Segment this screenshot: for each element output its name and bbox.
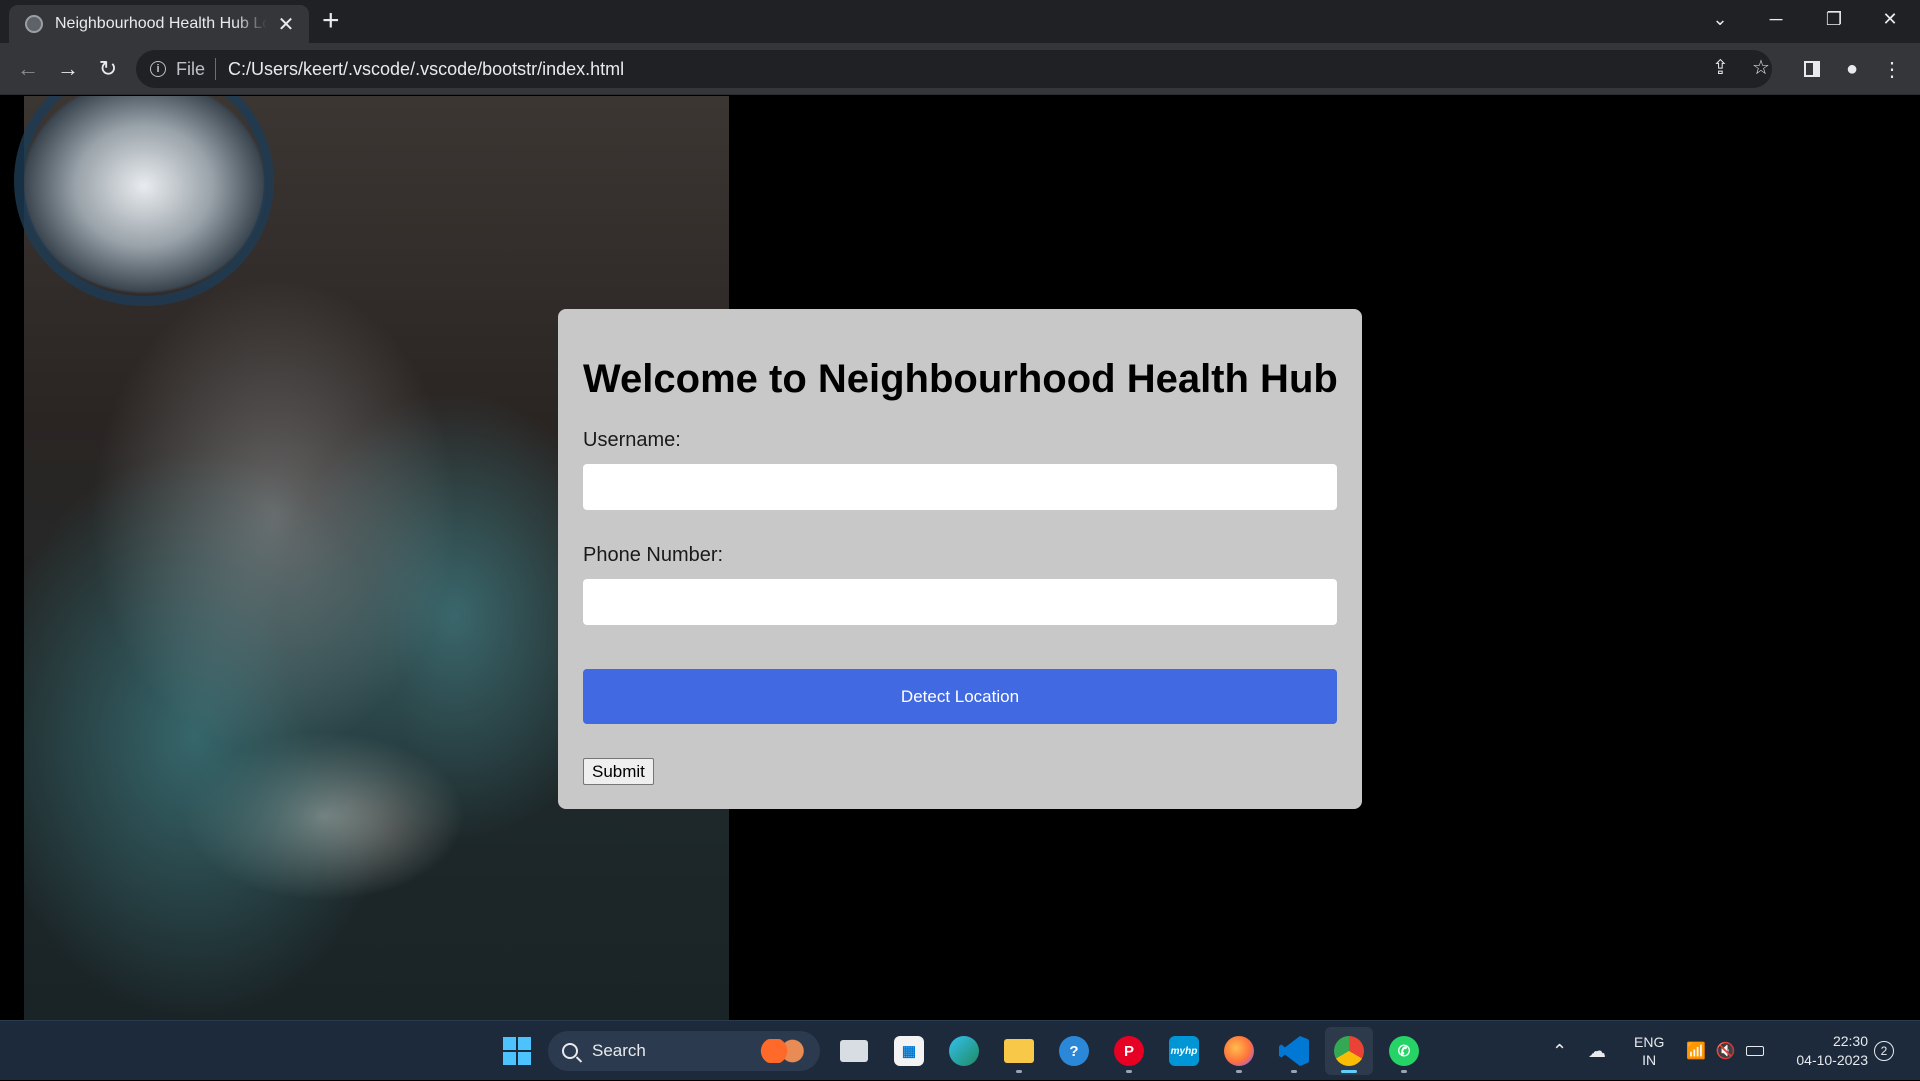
close-window-button[interactable]: ✕ <box>1862 0 1918 38</box>
tab-search-button[interactable]: ⌄ <box>1692 0 1748 38</box>
surgical-lamp <box>14 96 274 306</box>
browser-titlebar: Neighbourhood Health Hub Login ✕ + ⌄ ─ ❐… <box>0 0 1920 43</box>
omnibox-divider <box>215 58 217 80</box>
phone-number-input[interactable] <box>583 579 1337 625</box>
browser-toolbar: ← → ↻ i File C:/Users/keert/.vscode/.vsc… <box>0 43 1920 95</box>
running-indicator <box>1236 1070 1242 1073</box>
running-indicator <box>1126 1070 1132 1073</box>
more-vertical-icon: ⋮ <box>1882 58 1902 81</box>
active-indicator <box>1341 1070 1357 1073</box>
taskbar-microsoft-store[interactable]: ▦ <box>885 1027 933 1075</box>
firefox-icon <box>1224 1036 1254 1066</box>
arrow-left-icon: ← <box>17 56 39 81</box>
share-icon[interactable]: ⇪ <box>1712 55 1729 80</box>
taskbar-folder[interactable] <box>995 1027 1043 1075</box>
info-icon[interactable]: i <box>150 61 166 77</box>
url-scheme: File <box>176 58 206 79</box>
start-button[interactable] <box>493 1027 541 1075</box>
login-card: Welcome to Neighbourhood Health Hub User… <box>558 309 1362 809</box>
onedrive-tray[interactable]: ☁ <box>1588 1021 1606 1081</box>
profile-icon: ● <box>1845 57 1859 80</box>
quick-settings[interactable]: 📶 🔇 <box>1686 1021 1764 1081</box>
side-panel-icon <box>1804 61 1820 77</box>
chrome-icon <box>1334 1036 1364 1066</box>
submit-button[interactable]: Submit <box>583 758 654 785</box>
address-bar[interactable]: i File C:/Users/keert/.vscode/.vscode/bo… <box>136 50 1772 88</box>
running-indicator <box>1291 1070 1297 1073</box>
clock[interactable]: 22:30 04-10-2023 <box>1784 1021 1868 1081</box>
new-tab-button[interactable]: + <box>322 6 340 36</box>
arrow-right-icon: → <box>57 56 79 81</box>
globe-icon <box>25 15 43 33</box>
page-title: Welcome to Neighbourhood Health Hub <box>583 357 1338 401</box>
taskbar-myhp[interactable]: myhp <box>1160 1027 1208 1075</box>
username-label: Username: <box>583 429 681 451</box>
browser-tab[interactable]: Neighbourhood Health Hub Login ✕ <box>9 5 309 43</box>
myhp-icon: myhp <box>1169 1036 1199 1066</box>
search-icon <box>562 1043 578 1059</box>
folder-icon <box>1004 1039 1034 1063</box>
taskbar: Search ▦ ? P myhp ✆ ⌃ ☁ ENG IN 📶 🔇 22:30… <box>0 1020 1920 1080</box>
detect-location-button[interactable]: Detect Location <box>583 669 1337 724</box>
taskbar-vscode[interactable] <box>1270 1027 1318 1075</box>
edge-icon <box>949 1036 979 1066</box>
pinterest-icon: P <box>1114 1036 1144 1066</box>
bookmark-star-icon[interactable]: ☆ <box>1752 55 1770 80</box>
windows-logo-icon <box>503 1037 531 1065</box>
taskbar-file-explorer[interactable] <box>830 1027 878 1075</box>
profile-button[interactable]: ● <box>1838 55 1866 83</box>
chevron-up-icon: ⌃ <box>1552 1040 1568 1061</box>
wifi-icon: 📶 <box>1686 1043 1706 1060</box>
battery-icon <box>1745 1046 1764 1056</box>
vscode-icon <box>1279 1036 1309 1066</box>
reload-button[interactable]: ↻ <box>92 53 124 85</box>
language-indicator[interactable]: ENG IN <box>1634 1021 1664 1081</box>
side-panel-button[interactable] <box>1798 55 1826 83</box>
restore-button[interactable]: ❐ <box>1806 0 1862 38</box>
volume-muted-icon: 🔇 <box>1715 1043 1736 1060</box>
region-code: IN <box>1642 1052 1657 1068</box>
date: 04-10-2023 <box>1796 1052 1868 1068</box>
taskbar-firefox[interactable] <box>1215 1027 1263 1075</box>
taskbar-help[interactable]: ? <box>1050 1027 1098 1075</box>
username-input[interactable] <box>583 464 1337 510</box>
language-code: ENG <box>1634 1034 1665 1050</box>
reload-icon: ↻ <box>98 56 118 81</box>
taskbar-whatsapp[interactable]: ✆ <box>1380 1027 1428 1075</box>
tab-title: Neighbourhood Health Hub Login <box>55 15 267 32</box>
taskbar-search[interactable]: Search <box>548 1031 820 1071</box>
minimize-button[interactable]: ─ <box>1748 0 1804 38</box>
notification-badge[interactable]: 2 <box>1874 1041 1894 1061</box>
whatsapp-icon: ✆ <box>1389 1036 1419 1066</box>
show-hidden-icons-button[interactable]: ⌃ <box>1552 1021 1567 1081</box>
close-tab-icon[interactable]: ✕ <box>275 12 297 37</box>
running-indicator <box>1401 1070 1407 1073</box>
phone-number-label: Phone Number: <box>583 544 724 566</box>
cloud-icon: ☁ <box>1588 1040 1606 1061</box>
taskbar-chrome[interactable] <box>1325 1027 1373 1075</box>
taskbar-pinterest[interactable]: P <box>1105 1027 1153 1075</box>
store-icon: ▦ <box>894 1036 924 1066</box>
help-icon: ? <box>1059 1036 1089 1066</box>
back-button[interactable]: ← <box>12 53 44 85</box>
forward-button[interactable]: → <box>52 53 84 85</box>
time: 22:30 <box>1832 1033 1868 1049</box>
running-indicator <box>1016 1070 1022 1073</box>
browser-menu-button[interactable]: ⋮ <box>1878 55 1906 83</box>
task-view-icon <box>840 1040 868 1062</box>
taskbar-edge[interactable] <box>940 1027 988 1075</box>
page-viewport: Welcome to Neighbourhood Health Hub User… <box>0 96 1920 1020</box>
url-text[interactable]: C:/Users/keert/.vscode/.vscode/bootstr/i… <box>228 59 624 80</box>
search-highlight-icon <box>758 1039 804 1063</box>
search-label: Search <box>592 1041 646 1060</box>
